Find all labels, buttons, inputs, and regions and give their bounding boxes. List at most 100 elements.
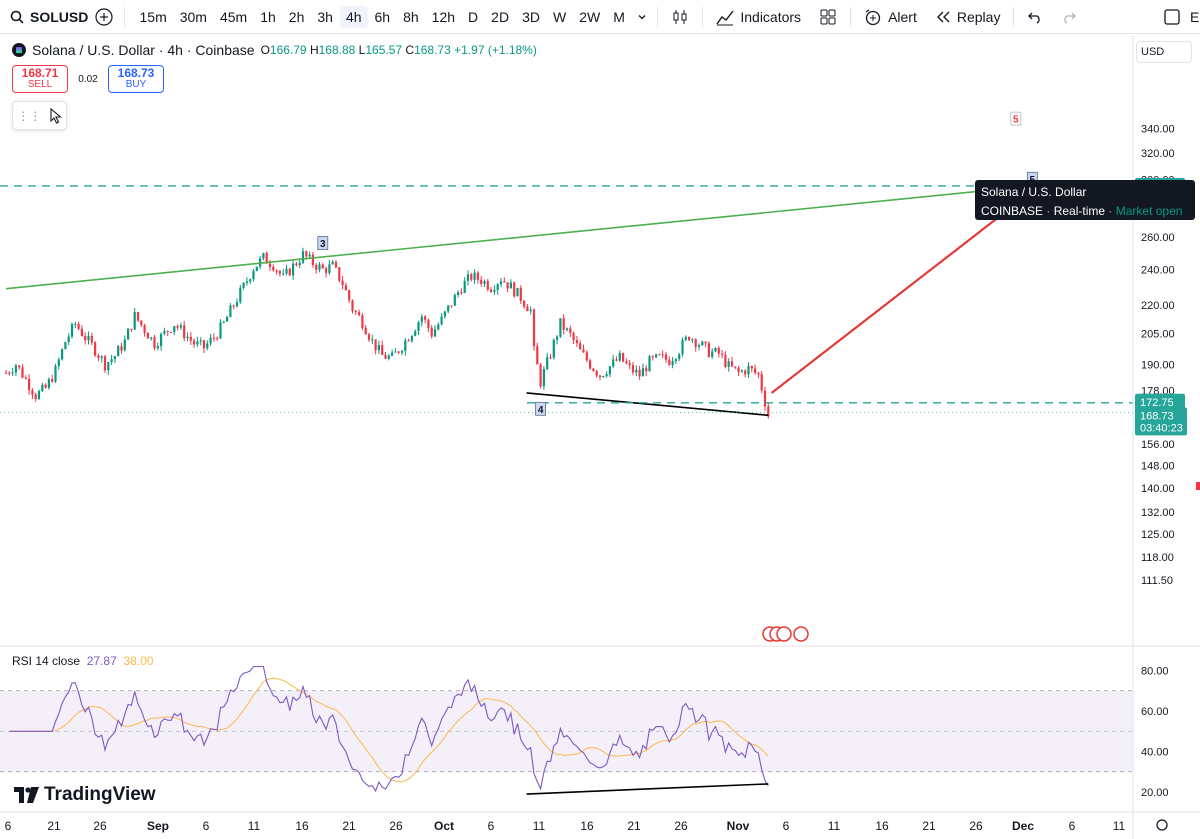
candle-body (539, 364, 542, 387)
chevron-down-icon (637, 12, 647, 22)
legend-close: 168.73 (414, 43, 451, 57)
interval-6h[interactable]: 6h (369, 6, 397, 28)
layouts-button[interactable] (810, 0, 846, 34)
intervals-dropdown-button[interactable] (631, 0, 653, 34)
candle-body (321, 264, 324, 269)
floating-drawing-toolbar: ⋮⋮ (12, 101, 67, 130)
tradingview-logo[interactable]: TradingView (14, 784, 156, 806)
symbol-search-button[interactable]: SOLUSD (0, 0, 88, 34)
entry-price-label: 172.75 (1140, 397, 1174, 409)
buy-button[interactable]: 168.73 BUY (108, 65, 164, 93)
candle-body (338, 267, 341, 281)
candle-body (476, 272, 479, 280)
candle-body (87, 335, 90, 341)
interval-1h[interactable]: 1h (254, 6, 282, 28)
candle-body (351, 300, 354, 311)
price-tick-label: 156.00 (1141, 439, 1175, 451)
candle-body (443, 311, 446, 317)
candle-body (146, 332, 149, 339)
time-tick-label: 6 (203, 819, 210, 833)
alert-button[interactable]: Alert (855, 0, 926, 34)
cursor-arrow-icon[interactable] (50, 107, 62, 124)
tradingview-logo-text: TradingView (44, 784, 156, 805)
candle-body (311, 254, 314, 265)
price-tick-label: 148.00 (1141, 460, 1175, 472)
time-tick-label: 26 (969, 819, 983, 833)
replay-label: Replay (956, 8, 1001, 25)
interval-2d[interactable]: 2D (485, 6, 515, 28)
undo-button[interactable] (1018, 0, 1052, 34)
candle-body (572, 333, 575, 341)
candle-body (209, 337, 212, 344)
candle-body (44, 384, 47, 388)
compare-symbol-button[interactable] (88, 0, 120, 34)
time-axis: 6 21 26 Sep 6 11 16 21 26 Oct 6 11 16 21 26 Nov 6 11 16 21 2… (5, 819, 1168, 833)
chart-app: SOLUSD 15m 30m 45m 1h 2h 3h 4h 6h 8h 12h D 2D 3D W 2W M… (0, 0, 1200, 839)
tradingview-logo-icon (14, 787, 40, 803)
candle-body (556, 336, 559, 340)
interval-2w[interactable]: 2W (573, 6, 606, 28)
symbol-legend: Solana / U.S. Dollar · 4h · Coinbase O16… (12, 42, 537, 58)
interval-4h[interactable]: 4h (339, 5, 368, 28)
candle-body (664, 354, 668, 360)
candle-body (318, 264, 321, 270)
interval-8h[interactable]: 8h (397, 6, 425, 28)
interval-15m[interactable]: 15m (134, 6, 173, 28)
candles-icon (671, 8, 689, 26)
fullscreen-button[interactable] (1154, 0, 1190, 34)
interval-45m[interactable]: 45m (214, 6, 253, 28)
chart-type-button[interactable] (662, 0, 698, 34)
price-tick-label: 320.00 (1141, 148, 1175, 160)
candle-body (447, 305, 450, 312)
indicators-label: Indicators (740, 8, 802, 25)
currency-selector[interactable]: USD (1136, 41, 1192, 63)
interval-m[interactable]: M (607, 6, 631, 28)
candle-body (559, 318, 562, 337)
candle-body (51, 379, 54, 382)
redo-button[interactable] (1052, 0, 1086, 34)
candle-body (493, 290, 496, 292)
candle-body (440, 316, 443, 325)
drag-handle-icon[interactable]: ⋮⋮ (17, 109, 41, 123)
candle-body (278, 270, 281, 274)
interval-12h[interactable]: 12h (426, 6, 461, 28)
candle-body (410, 335, 413, 342)
candle-body (760, 374, 763, 391)
candle-body (229, 305, 232, 318)
undo-icon (1027, 10, 1043, 24)
candle-body (189, 336, 192, 341)
candle-body (391, 352, 394, 356)
chart-canvas[interactable]: 3455 340.00320.00300.00280.00260.00240.0… (0, 35, 1200, 839)
interval-3h[interactable]: 3h (311, 6, 339, 28)
candle-body (202, 340, 206, 349)
candle-body (169, 331, 173, 333)
sell-label: SELL (27, 79, 53, 91)
candle-body (727, 361, 730, 368)
candle-body (730, 361, 734, 367)
candle-body (625, 361, 628, 364)
buy-label: BUY (125, 79, 147, 91)
interval-2h[interactable]: 2h (283, 6, 311, 28)
candle-body (678, 354, 681, 360)
interval-d[interactable]: D (462, 6, 484, 28)
time-tick-label: 21 (627, 819, 641, 833)
price-tick-label: 190.00 (1141, 359, 1175, 371)
candle-body (516, 287, 519, 297)
toolbar-right-edge: E (1190, 8, 1200, 25)
interval-3d[interactable]: 3D (516, 6, 546, 28)
price-tick-label: 118.00 (1141, 552, 1174, 564)
candle-body (196, 341, 199, 345)
trade-panel: 168.71 SELL 0.02 168.73 BUY (12, 65, 164, 93)
candle-body (216, 338, 219, 340)
interval-30m[interactable]: 30m (174, 6, 213, 28)
candle-body (585, 352, 588, 361)
sell-button[interactable]: 168.71 SELL (12, 65, 68, 93)
candle-body (589, 360, 592, 369)
candle-body (450, 305, 453, 307)
replay-button[interactable]: Replay (926, 0, 1010, 34)
candle-body (74, 323, 77, 325)
candle-body (655, 354, 658, 358)
candle-body (21, 367, 24, 378)
interval-w[interactable]: W (547, 6, 572, 28)
indicators-button[interactable]: Indicators (707, 0, 810, 34)
